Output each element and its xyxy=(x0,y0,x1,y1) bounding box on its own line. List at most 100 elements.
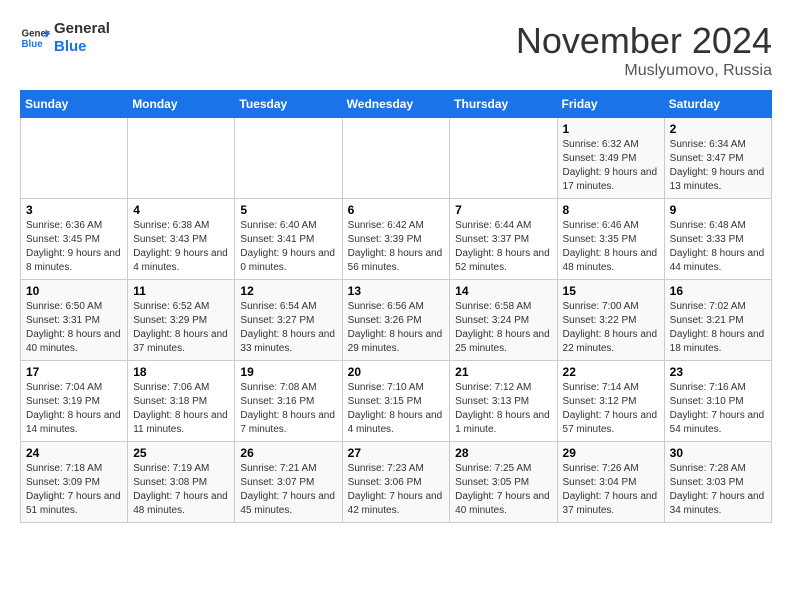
location-subtitle: Muslyumovo, Russia xyxy=(516,62,772,80)
day-info: Sunrise: 6:52 AMSunset: 3:29 PMDaylight:… xyxy=(133,300,229,356)
day-number: 16 xyxy=(670,284,766,298)
calendar-cell: 11 Sunrise: 6:52 AMSunset: 3:29 PMDayligh… xyxy=(128,280,235,361)
calendar-cell: 27Sunrise: 7:23 AMSunset: 3:06 PMDayligh… xyxy=(342,442,450,523)
calendar-cell: 23 Sunrise: 7:16 AMSunset: 3:10 PMDayligh… xyxy=(664,361,771,442)
day-info: Sunrise: 6:32 AMSunset: 3:49 PMDaylight:… xyxy=(563,138,659,194)
day-header-saturday: Saturday xyxy=(664,91,771,118)
day-info: Sunrise: 6:44 AMSunset: 3:37 PMDaylight:… xyxy=(455,219,551,275)
day-number: 12 xyxy=(240,284,336,298)
calendar-header-row: SundayMondayTuesdayWednesdayThursdayFrid… xyxy=(21,91,772,118)
page-header: General Blue General Blue November 2024 … xyxy=(20,20,772,80)
day-number: 4 xyxy=(133,203,229,217)
calendar-cell: 28 Sunrise: 7:25 AMSunset: 3:05 PMDayligh… xyxy=(450,442,557,523)
day-number: 6 xyxy=(348,203,445,217)
day-number: 3 xyxy=(26,203,122,217)
month-title: November 2024 xyxy=(516,20,772,62)
day-info: Sunrise: 7:25 AMSunset: 3:05 PMDaylight:… xyxy=(455,462,551,518)
day-info: Sunrise: 7:26 AMSunset: 3:04 PMDaylight:… xyxy=(563,462,659,518)
calendar-cell: 26 Sunrise: 7:21 AMSunset: 3:07 PMDayligh… xyxy=(235,442,342,523)
day-info: Sunrise: 6:42 AMSunset: 3:39 PMDaylight:… xyxy=(348,219,445,275)
logo: General Blue General Blue xyxy=(20,20,110,56)
calendar-cell: 3Sunrise: 6:36 AMSunset: 3:45 PMDaylight… xyxy=(21,199,128,280)
day-number: 21 xyxy=(455,365,551,379)
day-info: Sunrise: 7:12 AMSunset: 3:13 PMDaylight:… xyxy=(455,381,551,437)
title-section: November 2024 Muslyumovo, Russia xyxy=(516,20,772,80)
calendar-cell: 8Sunrise: 6:46 AMSunset: 3:35 PMDaylight… xyxy=(557,199,664,280)
day-info: Sunrise: 7:21 AMSunset: 3:07 PMDaylight:… xyxy=(240,462,336,518)
day-number: 22 xyxy=(563,365,659,379)
calendar-cell: 14Sunrise: 6:58 AMSunset: 3:24 PMDayligh… xyxy=(450,280,557,361)
day-info: Sunrise: 7:23 AMSunset: 3:06 PMDaylight:… xyxy=(348,462,445,518)
day-info: Sunrise: 7:18 AMSunset: 3:09 PMDaylight:… xyxy=(26,462,122,518)
calendar-week-2: 3Sunrise: 6:36 AMSunset: 3:45 PMDaylight… xyxy=(21,199,772,280)
logo-line1: General xyxy=(54,20,110,38)
calendar-cell: 9Sunrise: 6:48 AMSunset: 3:33 PMDaylight… xyxy=(664,199,771,280)
logo-icon: General Blue xyxy=(20,23,50,53)
day-header-wednesday: Wednesday xyxy=(342,91,450,118)
calendar-cell: 13Sunrise: 6:56 AMSunset: 3:26 PMDayligh… xyxy=(342,280,450,361)
calendar-cell: 21 Sunrise: 7:12 AMSunset: 3:13 PMDayligh… xyxy=(450,361,557,442)
day-number: 18 xyxy=(133,365,229,379)
day-number: 26 xyxy=(240,446,336,460)
day-info: Sunrise: 6:46 AMSunset: 3:35 PMDaylight:… xyxy=(563,219,659,275)
day-number: 7 xyxy=(455,203,551,217)
day-info: Sunrise: 7:00 AMSunset: 3:22 PMDaylight:… xyxy=(563,300,659,356)
day-header-friday: Friday xyxy=(557,91,664,118)
day-info: Sunrise: 6:38 AMSunset: 3:43 PMDaylight:… xyxy=(133,219,229,275)
day-number: 14 xyxy=(455,284,551,298)
calendar-cell xyxy=(128,118,235,199)
calendar-cell xyxy=(342,118,450,199)
logo-line2: Blue xyxy=(54,38,110,56)
day-number: 11 xyxy=(133,284,229,298)
calendar-cell xyxy=(235,118,342,199)
day-info: Sunrise: 6:40 AMSunset: 3:41 PMDaylight:… xyxy=(240,219,336,275)
day-number: 29 xyxy=(563,446,659,460)
day-info: Sunrise: 6:50 AMSunset: 3:31 PMDaylight:… xyxy=(26,300,122,356)
day-info: Sunrise: 7:10 AMSunset: 3:15 PMDaylight:… xyxy=(348,381,445,437)
day-info: Sunrise: 7:16 AMSunset: 3:10 PMDaylight:… xyxy=(670,381,766,437)
day-number: 25 xyxy=(133,446,229,460)
calendar-cell: 29 Sunrise: 7:26 AMSunset: 3:04 PMDayligh… xyxy=(557,442,664,523)
day-number: 10 xyxy=(26,284,122,298)
day-number: 28 xyxy=(455,446,551,460)
calendar-cell: 18Sunrise: 7:06 AMSunset: 3:18 PMDayligh… xyxy=(128,361,235,442)
calendar-cell xyxy=(21,118,128,199)
calendar-week-4: 17Sunrise: 7:04 AMSunset: 3:19 PMDayligh… xyxy=(21,361,772,442)
calendar-cell: 19 Sunrise: 7:08 AMSunset: 3:16 PMDayligh… xyxy=(235,361,342,442)
day-info: Sunrise: 7:19 AMSunset: 3:08 PMDaylight:… xyxy=(133,462,229,518)
day-number: 30 xyxy=(670,446,766,460)
calendar-cell: 2Sunrise: 6:34 AMSunset: 3:47 PMDaylight… xyxy=(664,118,771,199)
calendar-cell: 17Sunrise: 7:04 AMSunset: 3:19 PMDayligh… xyxy=(21,361,128,442)
day-number: 24 xyxy=(26,446,122,460)
day-info: Sunrise: 7:14 AMSunset: 3:12 PMDaylight:… xyxy=(563,381,659,437)
day-info: Sunrise: 6:56 AMSunset: 3:26 PMDaylight:… xyxy=(348,300,445,356)
calendar-cell: 10 Sunrise: 6:50 AMSunset: 3:31 PMDayligh… xyxy=(21,280,128,361)
calendar-cell: 25 Sunrise: 7:19 AMSunset: 3:08 PMDayligh… xyxy=(128,442,235,523)
calendar-week-5: 24 Sunrise: 7:18 AMSunset: 3:09 PMDayligh… xyxy=(21,442,772,523)
day-info: Sunrise: 6:48 AMSunset: 3:33 PMDaylight:… xyxy=(670,219,766,275)
calendar-cell: 5 Sunrise: 6:40 AMSunset: 3:41 PMDaylight… xyxy=(235,199,342,280)
day-header-sunday: Sunday xyxy=(21,91,128,118)
day-number: 20 xyxy=(348,365,445,379)
calendar-cell: 1Sunrise: 6:32 AMSunset: 3:49 PMDaylight… xyxy=(557,118,664,199)
calendar-cell: 24 Sunrise: 7:18 AMSunset: 3:09 PMDayligh… xyxy=(21,442,128,523)
day-number: 19 xyxy=(240,365,336,379)
day-header-monday: Monday xyxy=(128,91,235,118)
calendar-cell: 15 Sunrise: 7:00 AMSunset: 3:22 PMDayligh… xyxy=(557,280,664,361)
calendar-week-3: 10 Sunrise: 6:50 AMSunset: 3:31 PMDayligh… xyxy=(21,280,772,361)
day-number: 15 xyxy=(563,284,659,298)
day-header-thursday: Thursday xyxy=(450,91,557,118)
day-info: Sunrise: 7:28 AMSunset: 3:03 PMDaylight:… xyxy=(670,462,766,518)
calendar-cell: 4 Sunrise: 6:38 AMSunset: 3:43 PMDaylight… xyxy=(128,199,235,280)
calendar-week-1: 1Sunrise: 6:32 AMSunset: 3:49 PMDaylight… xyxy=(21,118,772,199)
day-info: Sunrise: 7:08 AMSunset: 3:16 PMDaylight:… xyxy=(240,381,336,437)
day-number: 23 xyxy=(670,365,766,379)
calendar-cell xyxy=(450,118,557,199)
svg-text:Blue: Blue xyxy=(22,39,44,50)
calendar-cell: 20 Sunrise: 7:10 AMSunset: 3:15 PMDayligh… xyxy=(342,361,450,442)
day-number: 2 xyxy=(670,122,766,136)
calendar-cell: 6 Sunrise: 6:42 AMSunset: 3:39 PMDaylight… xyxy=(342,199,450,280)
day-number: 5 xyxy=(240,203,336,217)
calendar-cell: 16Sunrise: 7:02 AMSunset: 3:21 PMDayligh… xyxy=(664,280,771,361)
calendar-cell: 22 Sunrise: 7:14 AMSunset: 3:12 PMDayligh… xyxy=(557,361,664,442)
